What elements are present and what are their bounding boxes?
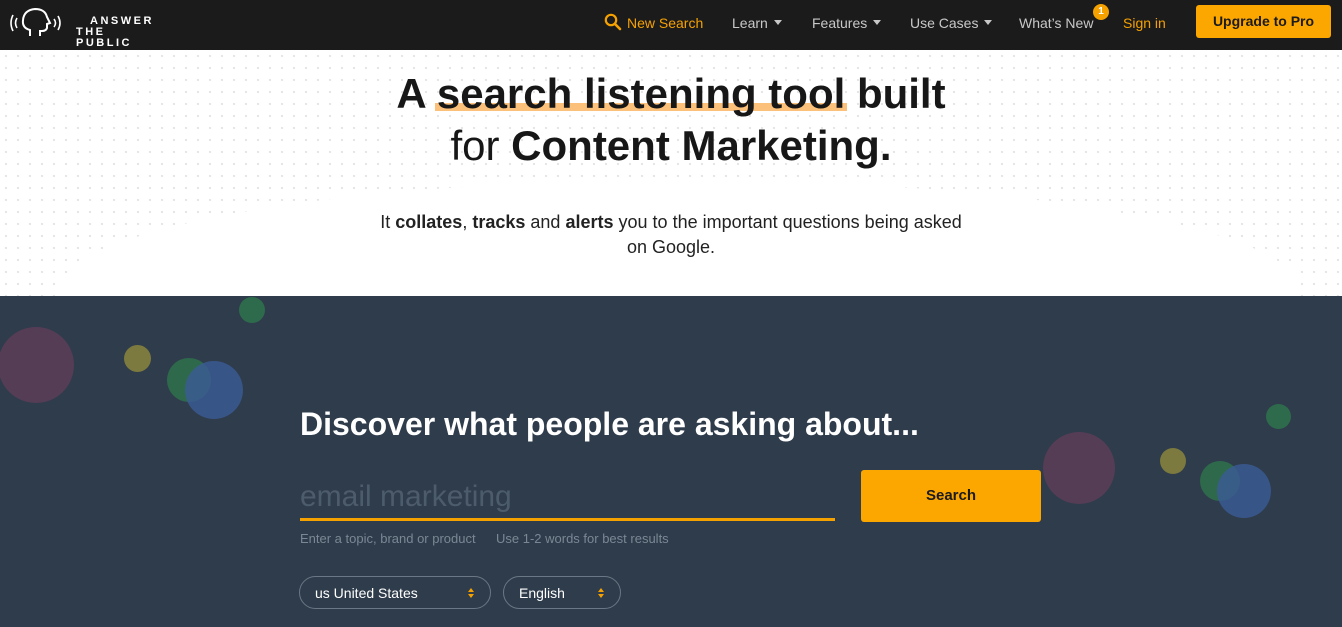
hero-headline: A search listening tool built for Conten… [370,68,972,172]
sub-text-rest: you to the important questions being ask… [618,212,962,257]
logo-link[interactable]: ANSWER THE PUBLIC [10,6,160,49]
decor-bubble [1160,448,1186,474]
nav-use-cases-label: Use Cases [910,15,979,31]
speaking-head-icon [10,7,61,36]
logo-line-2: THE PUBLIC [76,26,132,49]
sub-text-1: It [380,212,391,232]
hero-subtitle: It collates, tracks and alerts you to th… [380,210,962,260]
headline-word-built: built [856,70,946,117]
sub-bold-collates: collates [395,212,463,232]
sub-text-and: and [530,212,561,232]
search-hint-words: Use 1-2 words for best results [496,531,669,546]
search-icon [604,13,622,31]
country-select[interactable]: us United States [299,576,491,609]
decor-bubble [124,345,151,372]
search-hint-topic: Enter a topic, brand or product [300,531,476,546]
sub-bold-alerts: alerts [565,212,614,232]
logo-wordmark: ANSWER THE PUBLIC [76,16,160,49]
select-arrows-icon [598,588,606,600]
headline-highlight: search listening tool [434,68,848,120]
search-button[interactable]: Search [861,470,1041,522]
language-select[interactable]: English [503,576,621,609]
decor-bubble [239,297,265,323]
decor-bubble [0,327,74,403]
hero-section: A search listening tool built for Conten… [0,50,1342,296]
search-heading: Discover what people are asking about... [300,406,919,442]
headline-word-for: for [450,122,500,169]
nav-use-cases[interactable]: Use Cases [910,0,993,50]
headline-content-marketing: Content Marketing [511,122,880,169]
search-section: Discover what people are asking about...… [0,296,1342,627]
whats-new-badge: 1 [1093,4,1109,20]
nav-sign-in[interactable]: Sign in [1123,0,1166,50]
chevron-down-icon [773,19,782,25]
nav-features-label: Features [812,15,868,31]
chevron-down-icon [984,19,993,25]
top-navbar: ANSWER THE PUBLIC New Search Learn Featu… [0,0,1342,50]
decor-bubble [1266,404,1291,429]
nav-whats-new-label: What’s New [1019,15,1094,31]
sub-comma: , [462,212,468,232]
decor-bubble [185,361,243,419]
nav-sign-in-label: Sign in [1123,15,1166,31]
chevron-down-icon [873,19,882,25]
nav-features[interactable]: Features [812,0,882,50]
nav-learn[interactable]: Learn [732,0,782,50]
country-select-value: us United States [315,585,418,601]
headline-period: . [879,122,892,169]
upgrade-to-pro-button[interactable]: Upgrade to Pro [1196,5,1331,38]
decor-bubble [1043,432,1115,504]
headline-word-a: A [396,70,426,117]
language-select-value: English [519,585,565,601]
nav-new-search[interactable]: New Search [604,0,703,50]
nav-whats-new[interactable]: What’s New [1019,0,1093,50]
decor-bubble [1217,464,1271,518]
nav-learn-label: Learn [732,15,768,31]
search-input[interactable] [300,476,835,521]
sub-bold-tracks: tracks [472,212,526,232]
nav-new-search-label: New Search [627,15,704,31]
select-arrows-icon [468,588,476,600]
